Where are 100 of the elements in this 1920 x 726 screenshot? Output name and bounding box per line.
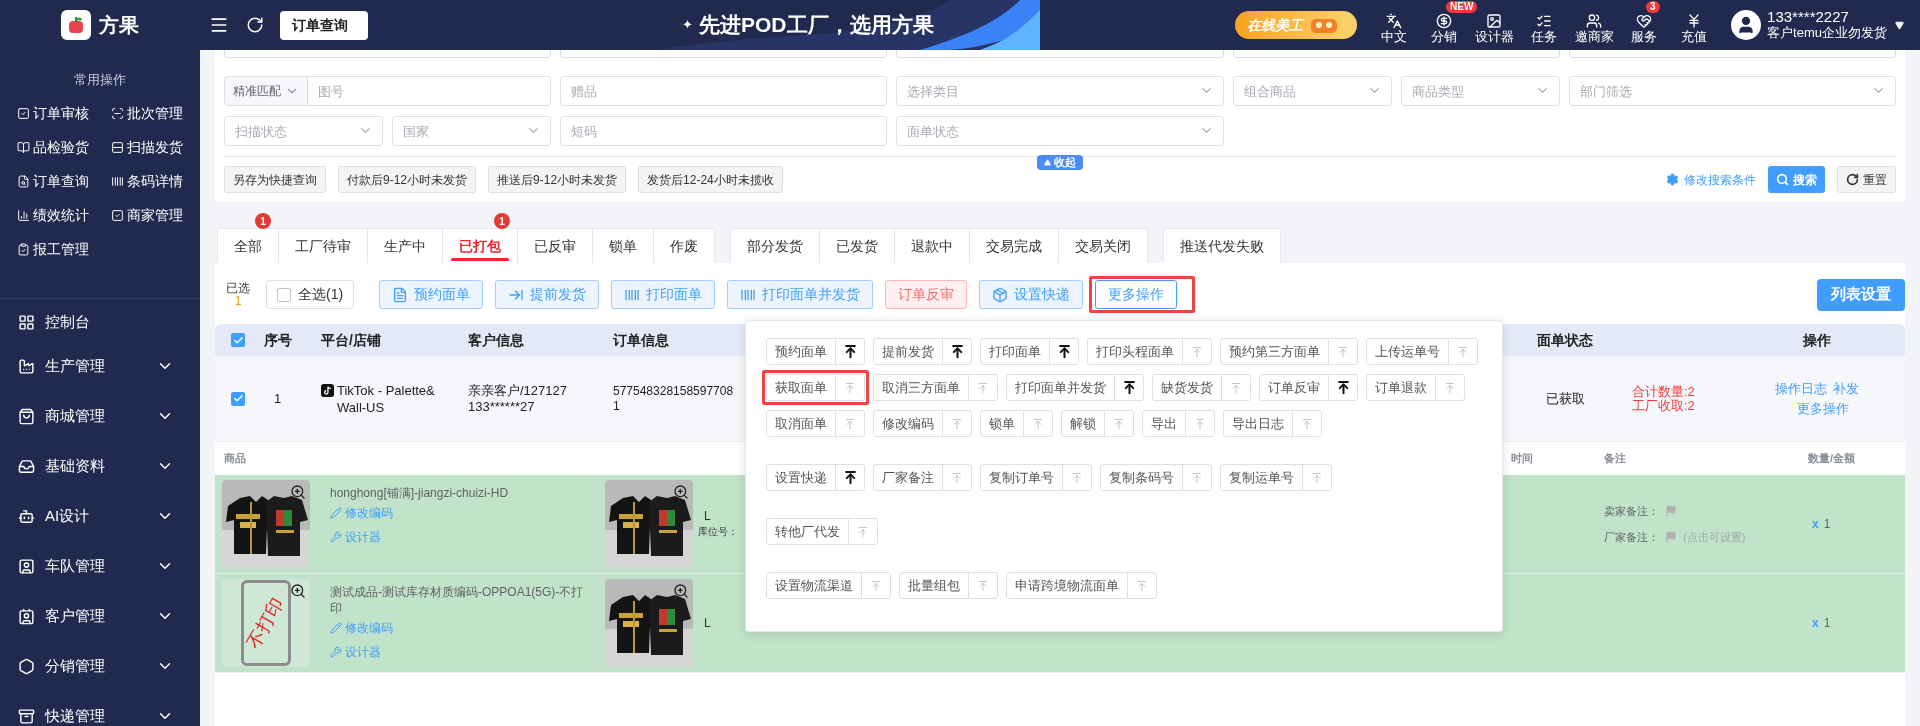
menu-action[interactable]: 取消面单 (766, 410, 865, 437)
refresh-icon[interactable] (246, 16, 264, 34)
checkbox[interactable] (277, 287, 291, 302)
menu-action[interactable]: 批量组包 (899, 572, 998, 599)
menu-action[interactable]: 预约面单 (766, 338, 865, 365)
nav-item[interactable]: 邀商家 (1574, 13, 1614, 45)
menu-item[interactable]: 车队管理 (0, 541, 200, 591)
slogan: 先进POD工厂，选用方果 (699, 12, 934, 39)
shortcut-button[interactable]: 付款后9-12小时未发货 (338, 166, 477, 193)
menu-action[interactable]: 导出日志 (1223, 410, 1322, 437)
shortcut-button[interactable]: 另存为快捷查询 (224, 166, 326, 193)
quick-link[interactable]: 批次管理 (111, 96, 200, 130)
menu-item[interactable]: 快递管理 (0, 691, 200, 726)
quick-link[interactable]: 订单查询 (17, 164, 111, 198)
menu-action[interactable]: 获取面单 (766, 374, 865, 401)
menu-action[interactable]: 厂家备注 (873, 464, 972, 491)
coin-icon (1436, 13, 1453, 29)
input-field[interactable] (1568, 50, 1896, 58)
menu-action[interactable]: 打印面单 (980, 338, 1079, 365)
zoom-in-icon[interactable] (290, 583, 306, 599)
input-field[interactable] (896, 50, 1224, 58)
menu-item[interactable]: 客户管理 (0, 591, 200, 641)
caret-icon[interactable] (1895, 20, 1904, 30)
quick-link[interactable]: 品检验货 (17, 130, 111, 164)
check-icon (232, 334, 244, 346)
menu-action[interactable]: 转他厂代发 (766, 518, 878, 545)
zoom-in-icon[interactable] (673, 484, 689, 500)
menu-action[interactable]: 上传运单号 (1366, 338, 1478, 365)
select-all-button[interactable]: 全选(1) (266, 280, 355, 309)
menu-action[interactable]: 订单退款 (1366, 374, 1465, 401)
menu-action[interactable]: 缺货发货 (1152, 374, 1251, 401)
zoom-in-icon[interactable] (673, 583, 689, 599)
menu-item[interactable]: 生产管理 (0, 341, 200, 391)
avatar[interactable] (1731, 10, 1762, 40)
menu-action[interactable]: 申请跨境物流面单 (1006, 572, 1157, 599)
input-field[interactable] (1232, 50, 1560, 58)
quick-link[interactable]: 绩效统计 (17, 198, 111, 232)
zoom-in-icon[interactable] (290, 484, 306, 500)
menu-item[interactable]: AI设计 (0, 491, 200, 541)
label-status: 已获取 (1545, 390, 1585, 406)
quick-link[interactable]: 条码详情 (111, 164, 200, 198)
input-field[interactable] (560, 50, 888, 58)
menu-item[interactable]: 控制台 (0, 303, 200, 341)
menu-action[interactable]: 设置物流渠道 (766, 572, 891, 599)
nav-item[interactable]: 分销 (1431, 13, 1458, 45)
menu-action[interactable]: 取消三方面单 (873, 374, 998, 401)
select-field[interactable]: 部门筛选 (1568, 76, 1896, 106)
nav-item[interactable]: 中文 (1381, 13, 1408, 45)
quick-link[interactable]: 扫描发货 (111, 130, 200, 164)
menu-action[interactable]: 锁单 (980, 410, 1053, 437)
status-tab[interactable]: 推送代发失败 (1164, 229, 1280, 263)
input-field[interactable]: 短码 (560, 116, 888, 146)
customer-phone: 133******27 (468, 398, 536, 415)
menu-action[interactable]: 订单反审 (1259, 374, 1358, 401)
input-field[interactable] (224, 50, 552, 58)
menu-action[interactable]: 修改编码 (873, 410, 972, 437)
shortcut-button[interactable]: 推送后9-12小时未发货 (488, 166, 627, 193)
menu-action[interactable]: 复制条码号 (1100, 464, 1212, 491)
menu-action[interactable]: 复制订单号 (980, 464, 1092, 491)
menu-action[interactable]: 复制运单号 (1220, 464, 1332, 491)
shortcut-button[interactable]: 发货后12-24小时未揽收 (638, 166, 783, 193)
menu-item[interactable]: 基础资料 (0, 441, 200, 491)
menu-action[interactable]: 打印头程面单 (1087, 338, 1212, 365)
match-select[interactable]: 精准匹配 (224, 76, 308, 106)
select-field[interactable]: 国家 (392, 116, 552, 146)
status-tab[interactable]: 交易关闭 (1059, 229, 1147, 263)
checkbox[interactable] (231, 333, 245, 347)
reset-icon (1846, 173, 1859, 186)
menu-action[interactable]: 解锁 (1061, 410, 1134, 437)
menu-action[interactable]: 设置快递 (766, 464, 865, 491)
menu-action[interactable]: 导出 (1142, 410, 1215, 437)
status-tab[interactable]: 作废 (654, 229, 714, 263)
menu-action[interactable]: 预约第三方面单 (1220, 338, 1358, 365)
location-label: 库位号： (698, 525, 739, 539)
select-field[interactable]: 组合商品 (1232, 76, 1392, 106)
nav-item[interactable]: 服务 (1631, 13, 1658, 45)
menu-icon[interactable] (209, 15, 229, 35)
select-field[interactable]: 选择类目 (896, 76, 1224, 106)
select-field[interactable]: 商品类型 (1400, 76, 1560, 106)
input-field[interactable]: 图号 (308, 76, 552, 106)
select-field[interactable]: 面单状态 (896, 116, 1224, 146)
menu-action[interactable]: 提前发货 (873, 338, 972, 365)
menu-action[interactable]: 打印面单并发货 (1006, 374, 1144, 401)
column-header: 数量/金额 (1808, 452, 1856, 465)
quick-link[interactable]: 商家管理 (111, 198, 200, 232)
flag-icon[interactable] (1665, 504, 1677, 517)
input-field[interactable]: 赠品 (560, 76, 888, 106)
select-field[interactable]: 扫描状态 (224, 116, 384, 146)
flag-icon[interactable] (1665, 531, 1677, 544)
quick-link[interactable]: 报工管理 (17, 232, 111, 266)
menu-item[interactable]: 分销管理 (0, 641, 200, 691)
nav-item[interactable]: 充值 (1681, 13, 1708, 45)
nav-item[interactable]: 设计器 (1474, 13, 1514, 45)
menu-item[interactable]: 商城管理 (0, 391, 200, 441)
nav-item[interactable]: 任务 (1531, 13, 1558, 45)
checkbox[interactable] (231, 391, 245, 406)
quick-link[interactable]: 订单审核 (17, 96, 111, 130)
reset-button[interactable]: 重置 (1837, 166, 1896, 193)
page-tab[interactable]: 订单查询 (280, 10, 368, 40)
column-header: 商品 (223, 451, 246, 467)
